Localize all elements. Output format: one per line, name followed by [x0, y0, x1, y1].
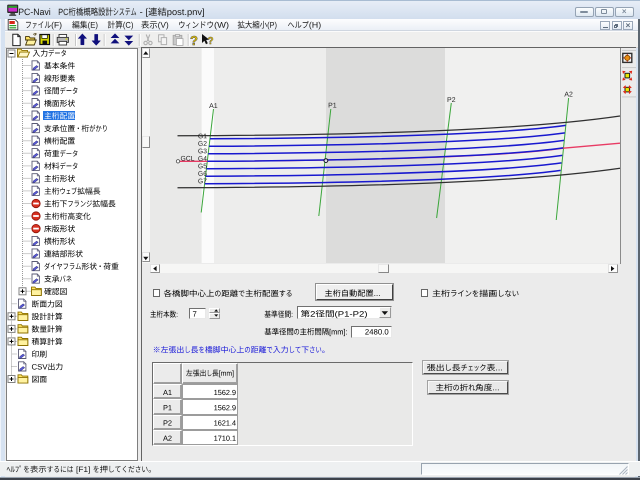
- svg-text:?: ?: [190, 33, 198, 48]
- svg-text:?: ?: [207, 36, 213, 47]
